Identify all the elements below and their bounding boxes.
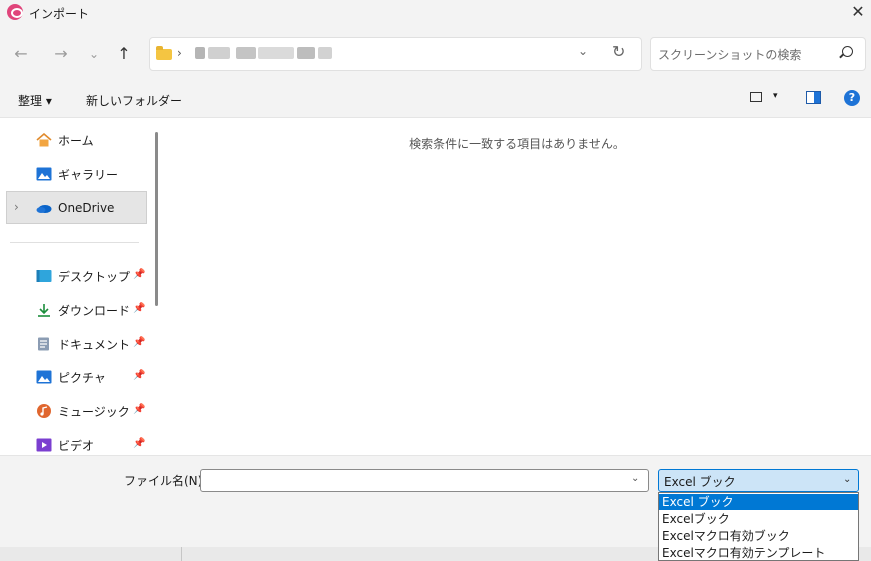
sidebar-item-label: ダウンロード [58, 303, 131, 318]
search-icon[interactable] [842, 46, 853, 57]
filename-input[interactable] [200, 469, 649, 492]
filetype-selected-value: Excel ブック [664, 475, 736, 489]
sidebar-item-label: ホーム [58, 133, 94, 148]
document-icon [36, 337, 52, 351]
sidebar-item-label: ドキュメント [58, 337, 131, 352]
pin-icon[interactable]: 📌 [133, 337, 145, 348]
redacted-path [318, 47, 332, 59]
filetype-option[interactable]: Excelマクロ有効ブック [659, 528, 858, 544]
forward-button[interactable]: → [50, 44, 72, 64]
redacted-path [258, 47, 294, 59]
preview-pane-icon[interactable] [806, 91, 821, 104]
sidebar-item-gallery[interactable]: ギャラリー [36, 164, 118, 184]
organize-button[interactable]: 整理 ▾ [18, 92, 52, 109]
sidebar-item-home[interactable]: ホーム [36, 130, 94, 150]
filename-history-dropdown[interactable]: ⌄ [631, 473, 639, 484]
view-options-icon[interactable] [750, 92, 762, 102]
cloud-icon [36, 201, 52, 215]
empty-results-message: 検索条件に一致する項目はありません。 [409, 137, 625, 151]
expand-chevron-icon[interactable]: › [14, 200, 19, 214]
filename-label: ファイル名(N): [124, 474, 207, 488]
address-dropdown-button[interactable]: ⌄ [578, 44, 588, 58]
sidebar-item-desktop[interactable]: デスクトップ [36, 266, 130, 286]
redacted-path [195, 47, 205, 59]
pin-icon[interactable]: 📌 [133, 303, 145, 314]
sidebar-item-label: ギャラリー [58, 167, 119, 182]
pin-icon[interactable]: 📌 [133, 269, 145, 280]
sidebar-item-label: ビデオ [58, 438, 95, 453]
redacted-path [236, 47, 256, 59]
navigation-scrollbar[interactable] [155, 132, 158, 306]
refresh-button[interactable]: ↻ [612, 42, 625, 61]
sidebar-item-videos[interactable]: ビデオ [36, 435, 94, 455]
desktop-icon [36, 269, 52, 283]
sidebar-item-pictures[interactable]: ピクチャ [36, 367, 106, 387]
window-title: インポート [29, 7, 90, 21]
sidebar-divider [10, 242, 139, 243]
redacted-path [297, 47, 315, 59]
video-icon [36, 438, 52, 452]
sidebar-item-label: OneDrive [58, 201, 115, 215]
folder-icon [156, 46, 172, 60]
app-icon [7, 4, 23, 20]
sidebar-item-label: ピクチャ [58, 370, 106, 385]
pin-icon[interactable]: 📌 [133, 370, 145, 381]
sidebar-item-onedrive-content[interactable]: OneDrive [36, 198, 114, 218]
search-input[interactable]: スクリーンショットの検索 [658, 46, 801, 63]
title-bar [0, 0, 871, 26]
filetype-option[interactable]: Excelブック [659, 511, 858, 527]
redacted-path [208, 47, 230, 59]
home-icon [36, 132, 52, 147]
divider [181, 547, 182, 561]
sidebar-item-music[interactable]: ミュージック [36, 401, 130, 421]
gallery-icon [36, 167, 52, 181]
music-icon [36, 404, 52, 418]
recent-locations-button[interactable]: ⌄ [83, 44, 105, 64]
filetype-option[interactable]: Excelマクロ有効テンプレート [659, 545, 858, 561]
new-folder-button[interactable]: 新しいフォルダー [86, 92, 182, 109]
help-icon[interactable]: ? [844, 90, 860, 106]
up-button[interactable]: ↑ [113, 44, 135, 64]
download-icon [36, 303, 52, 317]
close-icon: ✕ [851, 2, 865, 21]
file-list-area[interactable] [163, 118, 871, 455]
sidebar-item-downloads[interactable]: ダウンロード [36, 300, 130, 320]
pin-icon[interactable]: 📌 [133, 438, 145, 449]
breadcrumb-separator: › [177, 46, 182, 60]
pictures-icon [36, 370, 52, 384]
filetype-option[interactable]: Excel ブック [659, 494, 858, 510]
view-options-dropdown[interactable]: ▾ [773, 91, 778, 101]
sidebar-item-documents[interactable]: ドキュメント [36, 334, 130, 354]
close-button[interactable]: ✕ [845, 0, 871, 26]
sidebar-item-label: ミュージック [58, 404, 130, 419]
sidebar-item-label: デスクトップ [58, 269, 131, 284]
chevron-down-icon[interactable]: ⌄ [843, 474, 851, 485]
back-button[interactable]: ← [10, 44, 32, 64]
pin-icon[interactable]: 📌 [133, 404, 145, 415]
